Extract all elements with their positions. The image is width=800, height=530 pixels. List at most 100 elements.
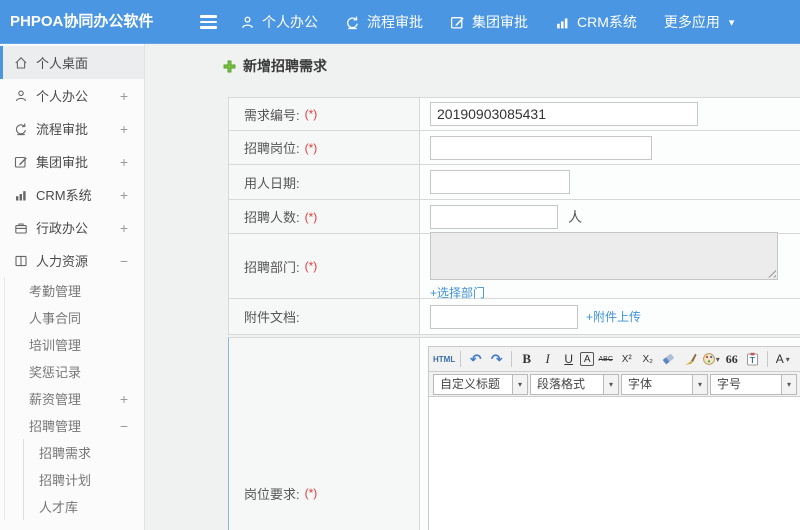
demand-no-input[interactable] xyxy=(430,102,698,126)
sidebar-item-label: 招聘管理 xyxy=(29,419,82,434)
nav-personal-office[interactable]: 个人办公 xyxy=(240,12,318,32)
caret-down-icon: ▾ xyxy=(715,354,720,364)
sidebar-item-salary-mgmt[interactable]: 薪资管理 + xyxy=(5,385,144,412)
toolbar-separator xyxy=(767,351,769,367)
collapse-toggle[interactable]: − xyxy=(120,418,128,434)
eraser-icon[interactable] xyxy=(659,350,678,369)
sidebar-item-attendance-mgmt[interactable]: 考勤管理 xyxy=(5,277,144,304)
font-color-label: A xyxy=(775,352,784,366)
form-row-attachment: 附件文档: +附件上传 xyxy=(229,299,800,334)
sidebar-item-label: 招聘需求 xyxy=(39,446,92,461)
expand-toggle[interactable]: + xyxy=(120,88,128,104)
unit-label: 人 xyxy=(568,208,582,225)
nav-more-apps[interactable]: 更多应用 ▾ xyxy=(664,12,735,32)
source-code-button[interactable]: HTML xyxy=(433,350,455,369)
nav-label: CRM系统 xyxy=(577,14,637,30)
hire-date-input[interactable] xyxy=(430,170,570,194)
dropdown-value: 自定义标题 xyxy=(440,376,501,391)
italic-button[interactable]: I xyxy=(538,350,557,369)
field-label: 招聘人数: xyxy=(244,210,300,225)
toolbar-separator xyxy=(460,351,462,367)
sidebar-item-recruit-mgmt[interactable]: 招聘管理 − xyxy=(5,412,144,439)
nav-group-approval[interactable]: 集团审批 xyxy=(450,12,528,32)
select-department-link[interactable]: +选择部门 xyxy=(430,284,485,301)
underline-button[interactable]: U xyxy=(559,350,578,369)
editor-toolbar-row2: 自定义标题 ▾ 段落格式 ▾ 字体 ▾ 字号 ▾ xyxy=(429,372,800,397)
font-size-dropdown[interactable]: 字号 ▾ xyxy=(710,373,797,395)
position-input[interactable] xyxy=(430,135,652,160)
sidebar-item-reward-punishment[interactable]: 奖惩记录 xyxy=(5,358,144,385)
color-palette-icon[interactable]: ▾ xyxy=(701,350,720,369)
nav-crm-system[interactable]: CRM系统 xyxy=(555,12,637,32)
form-row-job-requirement: 岗位要求: (*) HTML ↶ ↷ B I U A ABC X² X₂ ▾ 6… xyxy=(228,337,800,530)
paragraph-format-dropdown[interactable]: 段落格式 ▾ xyxy=(530,373,619,395)
rich-text-editor: HTML ↶ ↷ B I U A ABC X² X₂ ▾ 66 T A ▾ 自定… xyxy=(428,346,800,530)
headcount-input[interactable] xyxy=(430,204,558,229)
department-textarea[interactable] xyxy=(430,231,778,280)
sidebar-item-label: 培训管理 xyxy=(29,338,82,353)
nav-label: 更多应用 xyxy=(663,14,720,30)
nav-label: 流程审批 xyxy=(367,14,423,30)
expand-toggle[interactable]: + xyxy=(120,220,128,236)
editor-toolbar-row1: HTML ↶ ↷ B I U A ABC X² X₂ ▾ 66 T A ▾ xyxy=(429,347,800,372)
sidebar-item-label: 考勤管理 xyxy=(29,284,82,299)
required-mark: (*) xyxy=(304,140,318,155)
sidebar-item-recruit-demand[interactable]: 招聘需求 xyxy=(24,439,144,466)
bold-button[interactable]: B xyxy=(517,350,536,369)
font-style-button[interactable]: A xyxy=(580,352,595,366)
expand-toggle[interactable]: + xyxy=(120,187,128,203)
menu-toggle-icon[interactable] xyxy=(200,15,217,32)
form-row-headcount: 招聘人数: (*) 人 xyxy=(229,200,800,234)
strikethrough-button[interactable]: ABC xyxy=(596,350,615,369)
attachment-upload-link[interactable]: +附件上传 xyxy=(586,308,641,325)
custom-heading-dropdown[interactable]: 自定义标题 ▾ xyxy=(433,373,528,395)
sidebar-item-admin-office[interactable]: 行政办公 + xyxy=(0,211,144,244)
dropdown-value: 字体 xyxy=(628,376,653,391)
page-title-text: 新增招聘需求 xyxy=(243,58,327,74)
user-icon xyxy=(242,16,253,28)
caret-down-icon: ▾ xyxy=(512,374,527,394)
sidebar-item-crm-system[interactable]: CRM系统 + xyxy=(0,178,144,211)
blockquote-button[interactable]: 66 xyxy=(722,350,741,369)
sidebar-item-workflow-approval[interactable]: 流程审批 + xyxy=(0,112,144,145)
superscript-button[interactable]: X² xyxy=(617,350,636,369)
sidebar-item-label: 个人桌面 xyxy=(36,56,89,71)
sidebar-item-label: 流程审批 xyxy=(36,122,89,137)
format-brush-icon[interactable] xyxy=(680,350,699,369)
field-label: 需求编号: xyxy=(244,107,300,123)
svg-text:T: T xyxy=(750,356,755,365)
sidebar-item-personal-office[interactable]: 个人办公 + xyxy=(0,79,144,112)
collapse-toggle[interactable]: − xyxy=(120,253,128,269)
sidebar-item-personal-desktop[interactable]: 个人桌面 xyxy=(0,46,144,79)
expand-toggle[interactable]: + xyxy=(120,391,128,407)
sidebar-item-human-resources[interactable]: 人力资源 − xyxy=(0,244,144,277)
sidebar-item-label: 招聘计划 xyxy=(39,473,92,488)
redo-icon[interactable]: ↷ xyxy=(487,350,506,369)
expand-toggle[interactable]: + xyxy=(120,154,128,170)
required-mark: (*) xyxy=(304,107,318,121)
field-label: 招聘岗位: xyxy=(244,141,300,156)
sidebar-item-group-approval[interactable]: 集团审批 + xyxy=(0,145,144,178)
sidebar-item-recruit-plan[interactable]: 招聘计划 xyxy=(24,466,144,493)
undo-icon[interactable]: ↶ xyxy=(466,350,485,369)
dropdown-value: 字号 xyxy=(717,376,742,391)
nav-workflow-approval[interactable]: 流程审批 xyxy=(345,12,423,32)
form-row-department: 招聘部门: (*) +选择部门 xyxy=(229,231,800,301)
sidebar-item-training-mgmt[interactable]: 培训管理 xyxy=(5,331,144,358)
font-color-button[interactable]: A ▾ xyxy=(773,350,792,369)
sidebar-item-label: 行政办公 xyxy=(36,221,89,236)
expand-toggle[interactable]: + xyxy=(120,121,128,137)
sidebar-item-label: CRM系统 xyxy=(36,188,92,203)
caret-down-icon: ▾ xyxy=(603,374,618,394)
paste-icon[interactable]: T xyxy=(743,350,762,369)
attachment-input[interactable] xyxy=(430,304,578,329)
sidebar-item-talent-pool[interactable]: 人才库 xyxy=(24,493,144,520)
subscript-button[interactable]: X₂ xyxy=(638,350,657,369)
edit-square-icon xyxy=(14,156,27,168)
highlight-color-button[interactable]: a xyxy=(794,350,800,369)
sidebar-item-hr-contract[interactable]: 人事合同 xyxy=(5,304,144,331)
font-family-dropdown[interactable]: 字体 ▾ xyxy=(621,373,708,395)
page-title: 新增招聘需求 xyxy=(223,56,327,76)
book-icon xyxy=(15,255,27,266)
editor-content-area[interactable] xyxy=(429,397,800,530)
